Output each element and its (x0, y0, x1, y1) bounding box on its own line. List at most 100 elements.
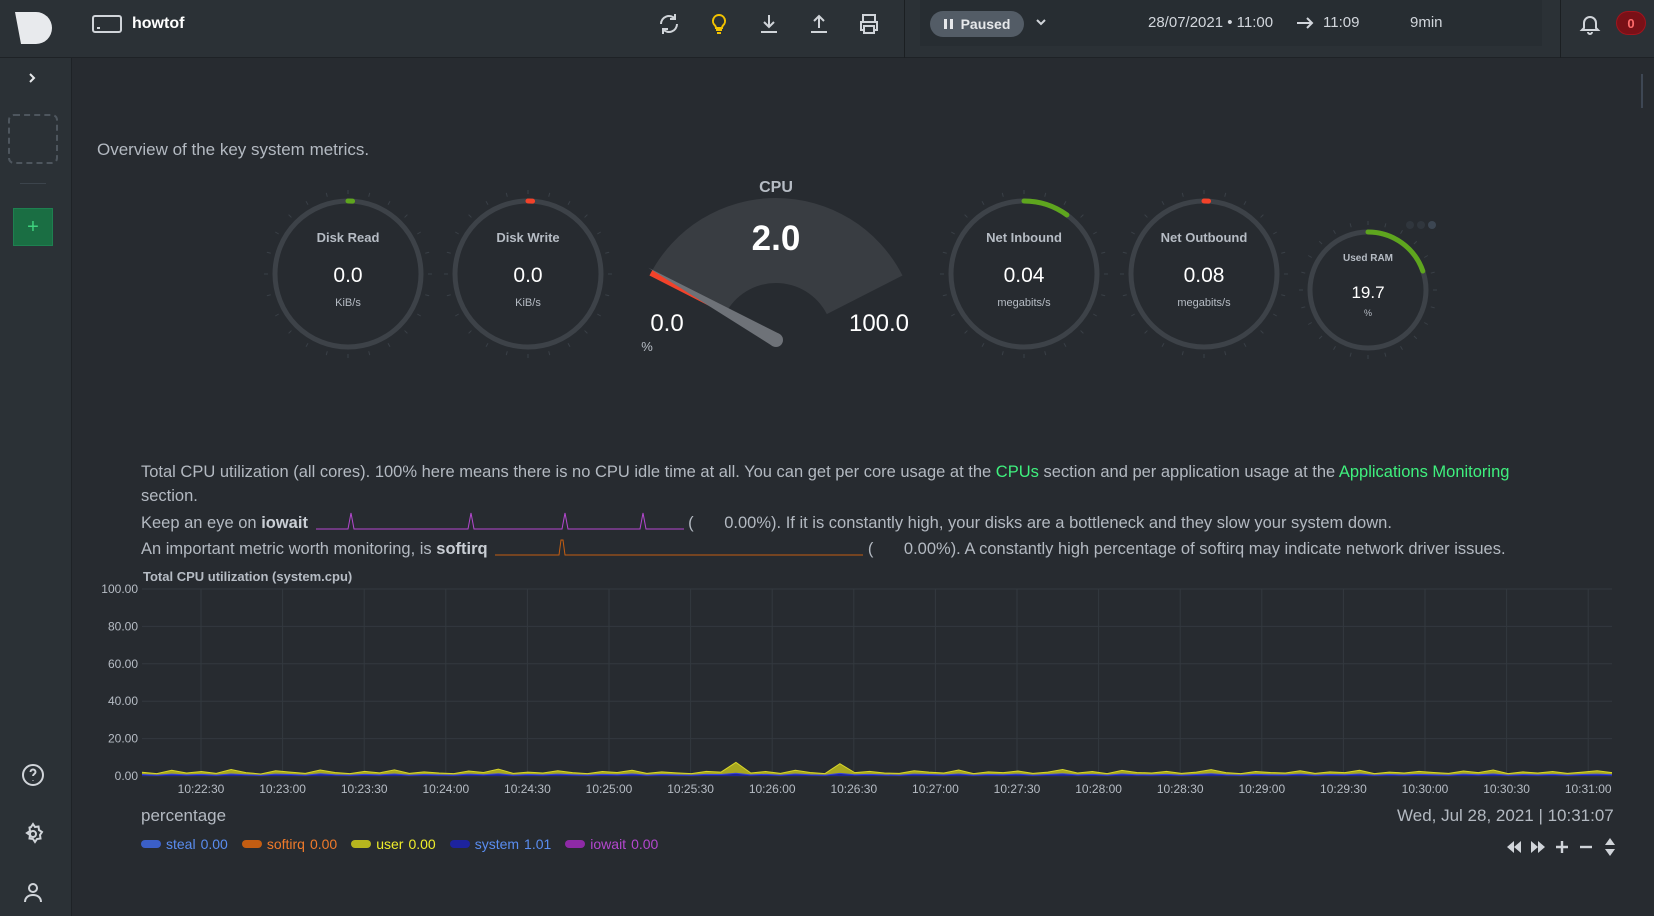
gauge-label: Used RAM (1343, 253, 1393, 264)
cpu-chart[interactable]: 100.00 80.00 60.00 40.00 20.00 0.00 10:22:30 10… (90, 580, 1630, 800)
scrollbar[interactable] (1641, 74, 1643, 108)
legend-swatch (449, 840, 470, 848)
gauge-tick (964, 214, 968, 218)
gauge-tick (1161, 343, 1165, 347)
download-icon[interactable] (755, 10, 783, 38)
chevron-right-icon[interactable] (22, 68, 42, 88)
duration: 9min (1410, 14, 1443, 31)
gauge-tick (404, 214, 408, 218)
date-start[interactable]: 28/07/2021 • 11:00 (1148, 14, 1273, 31)
iowait-value: 0.00%). (724, 514, 782, 532)
legend-item-system[interactable]: system 1.01 (449, 836, 551, 852)
bell-icon[interactable] (1578, 12, 1602, 36)
x-tick-label: 10:28:30 (1157, 782, 1204, 796)
legend-item-user[interactable]: user 0.00 (351, 836, 436, 852)
gauge-value: 0.04 (1004, 264, 1045, 287)
arrow-right-icon (1297, 17, 1314, 29)
gauge-tick (1281, 294, 1286, 297)
space-placeholder[interactable] (8, 114, 58, 164)
play-pause-button[interactable]: Paused (930, 11, 1024, 37)
gauge-tick (368, 192, 371, 197)
legend-swatch (241, 840, 262, 848)
legend-label: softirq (266, 836, 305, 852)
iowait-term: iowait (261, 514, 308, 532)
softirq-value: 0.00%). (903, 540, 961, 558)
pause-icon (943, 19, 953, 29)
notifications-badge[interactable]: 0 (1616, 11, 1646, 35)
gauge-tick (1001, 192, 1004, 197)
gauge-max: 100.0 (849, 310, 909, 337)
x-tick-label: 10:27:00 (912, 782, 959, 796)
forward-icon[interactable] (1529, 838, 1547, 856)
gauge-net-outbound[interactable]: Net Outbound 0.08 megabits/s (1120, 190, 1288, 358)
softirq-sparkline[interactable] (495, 537, 864, 557)
gauge-net-inbound[interactable]: Net Inbound 0.04 megabits/s (940, 190, 1108, 358)
gauge-tick (1260, 214, 1264, 218)
upload-icon[interactable] (805, 10, 833, 38)
player-state-label: Paused (960, 16, 1011, 32)
x-tick-label: 10:31:00 (1565, 782, 1612, 796)
legend-value: 0.00 (631, 836, 659, 852)
gauge-tick (1063, 343, 1067, 347)
y-tick-label: 100.00 (101, 582, 138, 596)
theme-bulb-icon[interactable] (705, 10, 733, 38)
reload-icon[interactable] (655, 10, 683, 38)
room-selector[interactable]: howtof (92, 12, 184, 36)
legend-item-softirq[interactable]: softirq 0.00 (241, 836, 337, 852)
gauge-tick (485, 201, 489, 205)
gauge-tick (1307, 255, 1312, 258)
gauge-tick (1181, 351, 1184, 356)
legend-label: iowait (590, 836, 627, 852)
gauge-tick (1424, 255, 1429, 258)
gauge-tick (597, 231, 601, 235)
user-icon[interactable] (20, 879, 46, 905)
settings-icon[interactable] (20, 821, 46, 847)
divider (1560, 0, 1561, 58)
legend-item-steal[interactable]: steal 0.00 (141, 836, 228, 852)
gauge-tick (1131, 313, 1135, 317)
iowait-sparkline[interactable] (315, 511, 684, 531)
netdata-logo-icon[interactable] (12, 6, 56, 50)
divider (20, 183, 46, 184)
gauge-tick (387, 201, 391, 205)
gauge-tick (1301, 306, 1306, 309)
gauge-disk-read[interactable]: Disk Read 0.0 KiB/s (264, 190, 432, 358)
top-bar: howtof Paused 28/07/2021 • 11:00 11:09 9… (0, 0, 1654, 58)
gauge-tick (305, 201, 309, 205)
zoom-in-icon[interactable] (1553, 838, 1571, 856)
resize-icon[interactable] (1601, 838, 1619, 856)
gauge-tick (425, 294, 430, 297)
date-end[interactable]: 11:09 (1323, 14, 1359, 31)
gauge-tick (325, 351, 328, 356)
gauge-tick (597, 313, 601, 317)
gauge-label: Net Outbound (1161, 230, 1248, 245)
chevron-down-icon[interactable] (1034, 15, 1048, 29)
x-tick-label: 10:30:00 (1402, 782, 1449, 796)
gauge-unit: % (641, 339, 653, 354)
print-icon[interactable] (855, 10, 883, 38)
gauge-value: 2.0 (752, 219, 801, 258)
legend-item-iowait[interactable]: iowait 0.00 (565, 836, 658, 852)
gauge-tick (1273, 313, 1277, 317)
gauge-disk-write[interactable]: Disk Write 0.0 KiB/s (444, 190, 612, 358)
x-tick-label: 10:23:00 (259, 782, 306, 796)
legend-value: 0.00 (408, 836, 436, 852)
gauge-tick (1260, 330, 1264, 334)
monitor-icon (92, 15, 122, 33)
gauge-tick (1063, 201, 1067, 205)
help-icon[interactable] (20, 762, 46, 788)
gauge-tick (325, 192, 328, 197)
rewind-icon[interactable] (1505, 838, 1523, 856)
gauge-tick (288, 330, 292, 334)
legend-swatch (351, 840, 372, 848)
gauge-cpu[interactable]: CPU 2.0 0.0 100.0% (641, 179, 909, 354)
iowait-line: Keep an eye on iowait ( 0.00%). If it is… (141, 511, 1392, 535)
zoom-out-icon[interactable] (1577, 838, 1595, 856)
chart-legend: steal 0.00 softirq 0.00 user 0.00 system 1.01 io… (141, 836, 658, 852)
x-tick-label: 10:30:30 (1483, 782, 1530, 796)
gauge-value: 0.0 (333, 264, 362, 287)
applications-monitoring-link[interactable]: Applications Monitoring (1339, 463, 1510, 481)
add-space-button[interactable]: + (13, 208, 53, 246)
gauge-used-ram[interactable]: Used RAM 19.7% (1299, 221, 1437, 359)
cpus-link[interactable]: CPUs (996, 463, 1039, 481)
